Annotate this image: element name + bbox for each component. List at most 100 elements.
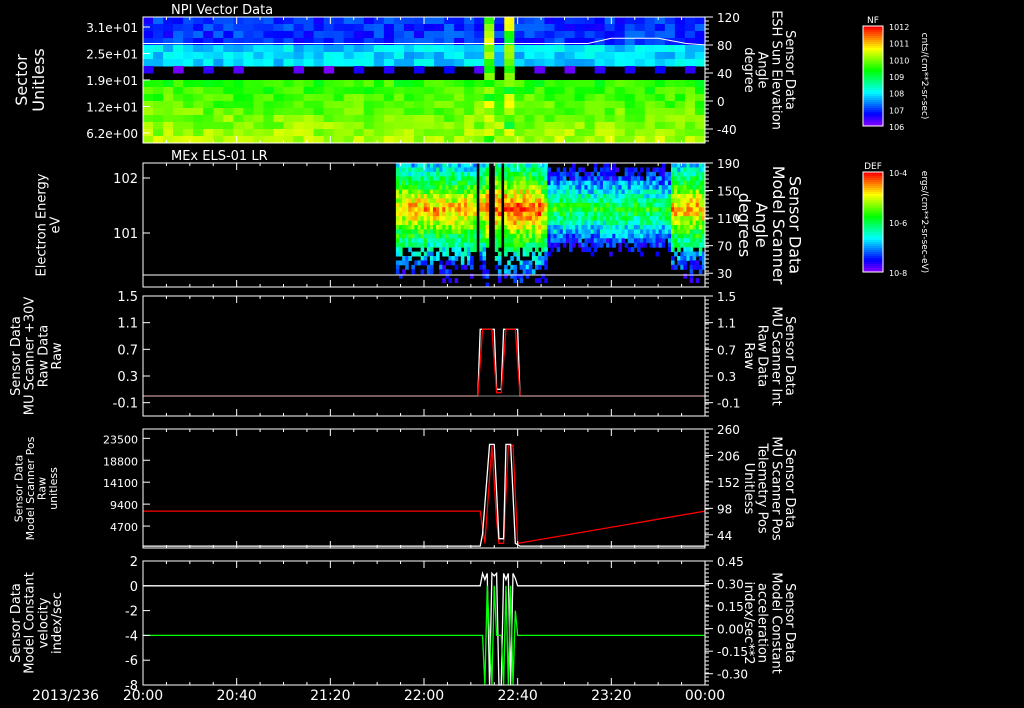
heatmap-cell [411, 264, 415, 270]
heatmap-cell [363, 136, 375, 144]
heatmap-cell [531, 167, 536, 173]
heatmap-cell [504, 136, 515, 144]
heatmap-cell [482, 211, 487, 217]
heatmap-cell [420, 176, 425, 182]
heatmap-cell [429, 180, 434, 186]
heatmap-cell [606, 238, 610, 244]
heatmap-cell [544, 242, 548, 248]
heatmap-cell [403, 45, 415, 53]
heatmap-cell [420, 198, 425, 204]
heatmap-cell [417, 185, 422, 191]
heatmap-cell [541, 167, 545, 173]
heatmap-cell [692, 189, 697, 195]
heatmap-cell [584, 198, 589, 204]
heatmap-cell [649, 202, 653, 208]
heatmap-cell [173, 52, 184, 60]
heatmap-cell [383, 87, 395, 95]
heatmap-cell [553, 220, 558, 226]
heatmap-cell [457, 185, 462, 191]
heatmap-cell [686, 216, 691, 222]
heatmap-cell [510, 194, 514, 199]
heatmap-cell [393, 52, 405, 60]
heatmap-cell [439, 185, 443, 191]
heatmap-cell [524, 59, 535, 67]
heatmap-cell [442, 229, 446, 235]
heatmap-cell [445, 180, 449, 186]
heatmap-cell [525, 238, 530, 244]
heatmap-cell [541, 171, 545, 177]
heatmap-cell [541, 211, 545, 217]
heatmap-cell [692, 220, 697, 226]
heatmap-cell [689, 278, 694, 284]
heatmap-cell [534, 115, 545, 123]
heatmap-cell [398, 233, 403, 239]
heatmap-cell [695, 225, 700, 230]
heatmap-cell [646, 171, 650, 177]
heatmap-cell [383, 59, 395, 67]
heatmap-cell [636, 176, 641, 182]
heatmap-cell [474, 17, 485, 25]
heatmap-cell [538, 180, 542, 186]
heatmap-cell [408, 238, 412, 244]
heatmap-cell [698, 171, 703, 177]
heatmap-cell [575, 238, 579, 244]
heatmap-cell [513, 278, 517, 284]
heatmap-cell [460, 194, 465, 199]
heatmap-cell [670, 176, 675, 182]
heatmap-cell [213, 115, 224, 123]
heatmap-cell [644, 122, 656, 130]
heatmap-cell [565, 194, 570, 199]
heatmap-cell [636, 185, 641, 191]
heatmap-cell [553, 189, 558, 195]
heatmap-cell [550, 229, 555, 235]
heatmap-cell [683, 176, 687, 182]
heatmap-cell [426, 264, 431, 270]
heatmap-cell [153, 101, 164, 109]
heatmap-cell [413, 59, 425, 67]
heatmap-cell [213, 101, 224, 109]
heatmap-cell [263, 31, 274, 39]
y-tick-label: -4 [125, 629, 138, 644]
heatmap-cell [485, 194, 490, 199]
heatmap-cell [599, 176, 604, 182]
heatmap-cell [689, 163, 694, 168]
heatmap-cell [485, 171, 490, 177]
heatmap-cell [485, 176, 490, 182]
heatmap-cell [253, 45, 264, 53]
heatmap-cell [424, 87, 435, 95]
heatmap-cell [525, 242, 530, 248]
heatmap-cell [497, 171, 502, 177]
heatmap-cell [398, 207, 403, 213]
heatmap-cell [602, 225, 607, 230]
heatmap-cell [395, 264, 400, 270]
heatmap-cell [143, 115, 154, 123]
heatmap-cell [485, 242, 490, 248]
heatmap-cell [519, 220, 524, 226]
heatmap-cell [574, 129, 586, 137]
heatmap-cell [395, 220, 400, 226]
y-tick-label: 4700 [110, 521, 138, 534]
heatmap-cell [414, 185, 419, 191]
heatmap-cell [624, 17, 636, 25]
heatmap-cell [414, 220, 419, 226]
heatmap-cell [420, 202, 425, 208]
heatmap-cell [454, 242, 459, 248]
heatmap-cell [293, 136, 305, 144]
heatmap-cell [466, 185, 471, 191]
heatmap-cell [454, 176, 459, 182]
heatmap-cell [457, 225, 462, 230]
heatmap-cell [507, 189, 511, 195]
heatmap-cell [556, 185, 561, 191]
heatmap-cell [572, 225, 576, 230]
heatmap-cell [649, 176, 653, 182]
heatmap-cell [414, 176, 419, 182]
heatmap-cell [513, 163, 517, 168]
heatmap-cell [243, 17, 254, 25]
heatmap-cell [634, 87, 646, 95]
heatmap-cell [695, 198, 700, 204]
heatmap-cell [466, 247, 471, 253]
heatmap-cell [604, 31, 616, 39]
right-tick-label: 0.45 [717, 555, 744, 569]
heatmap-cell [602, 180, 607, 186]
heatmap-cell [402, 260, 406, 266]
